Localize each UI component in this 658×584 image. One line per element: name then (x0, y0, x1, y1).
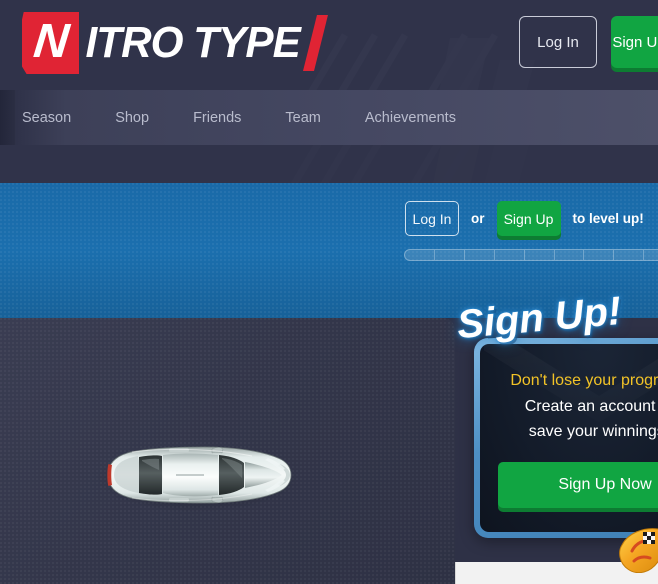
bottom-strip-divider (455, 562, 456, 584)
xp-segment (555, 250, 585, 260)
site-header: N ITRO TYPE Log In Sign Up (0, 0, 658, 90)
xp-segment (614, 250, 645, 260)
xp-segment (644, 250, 658, 260)
sub-header-band (0, 145, 658, 183)
xp-segment (525, 250, 555, 260)
banner-level-up-text: to level up! (572, 211, 644, 226)
nav-item-shop[interactable]: Shop (93, 90, 171, 145)
xp-segment (584, 250, 615, 260)
logo-slash-accent (303, 15, 329, 71)
xp-segment (405, 250, 435, 260)
nav-item-team[interactable]: Team (263, 90, 342, 145)
banner-auth-row: Log In or Sign Up to level up! (405, 201, 644, 236)
logo-n-letter: N (31, 15, 70, 68)
logo-wordmark: ITRO TYPE (85, 18, 300, 67)
sub-header-watermark-pattern (290, 145, 530, 183)
signup-subline-1: Create an account to (524, 398, 658, 415)
nav-item-friends[interactable]: Friends (171, 90, 263, 145)
header-auth-buttons: Log In Sign Up (519, 16, 658, 68)
nitro-type-page: N ITRO TYPE Log In Sign Up Season Shop F… (0, 0, 658, 584)
xp-segment (465, 250, 495, 260)
banner-login-button[interactable]: Log In (405, 201, 459, 236)
signup-now-button[interactable]: Sign Up Now (498, 462, 658, 508)
car-showcase-panel (0, 318, 455, 584)
banner-signup-button[interactable]: Sign Up (496, 201, 561, 236)
signup-subline-2: save your winnings. (528, 423, 658, 440)
logo-n-badge: N (22, 12, 79, 74)
signup-panel-inner: Don't lose your progress! Create an acco… (480, 344, 658, 532)
nitro-type-logo[interactable]: N ITRO TYPE (22, 12, 329, 74)
xp-segment (495, 250, 525, 260)
signup-headline: Don't lose your progress! (510, 372, 658, 389)
xp-segment (435, 250, 465, 260)
main-navigation: Season Shop Friends Team Achievements (0, 90, 658, 145)
xp-progress-bar (404, 249, 658, 261)
player-car-image (92, 430, 302, 520)
header-login-button[interactable]: Log In (519, 16, 597, 68)
nav-item-achievements[interactable]: Achievements (343, 90, 478, 145)
header-signup-button[interactable]: Sign Up (611, 16, 658, 68)
race-car-checkered-flag-icon[interactable] (618, 527, 658, 574)
signup-promo-panel: Don't lose your progress! Create an acco… (474, 338, 658, 538)
nav-left-edge (0, 90, 15, 145)
banner-or-label: or (471, 211, 485, 226)
